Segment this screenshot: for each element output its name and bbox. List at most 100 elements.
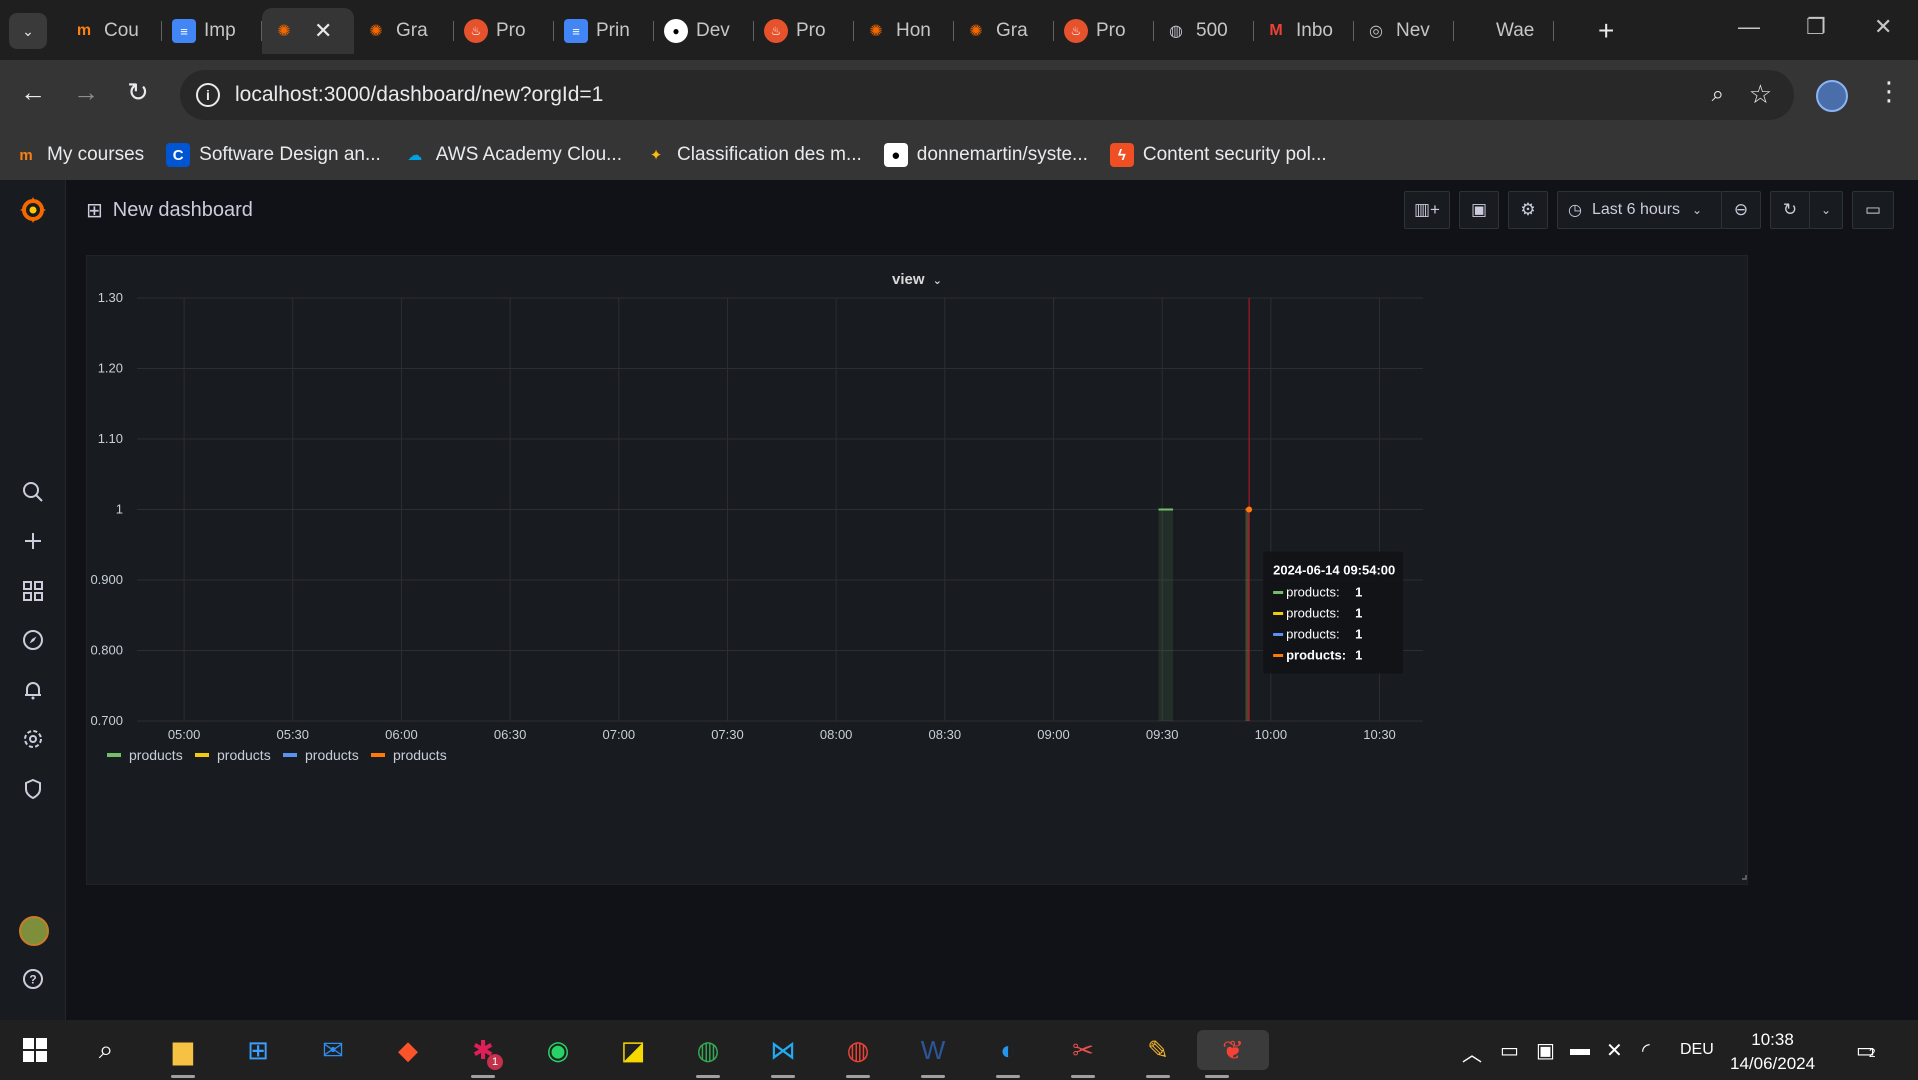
create-plus-icon[interactable] <box>21 529 45 553</box>
browser-tab[interactable]: ≡ Imp <box>162 8 262 54</box>
word-icon[interactable]: W <box>913 1030 953 1078</box>
alerting-bell-icon[interactable] <box>21 678 45 702</box>
active-app-icon[interactable]: ❦ <box>1197 1030 1269 1078</box>
browser-tab[interactable]: ♨ Pro <box>754 8 854 54</box>
tab-search-button[interactable]: ⌄ <box>9 13 47 49</box>
reload-icon[interactable]: ↻ <box>127 77 149 108</box>
bookmark-item[interactable]: ✦ Classification des m... <box>644 143 862 167</box>
gmail-icon: M <box>1269 22 1283 39</box>
meet-now-icon[interactable]: ▭ <box>1500 1038 1519 1063</box>
address-bar[interactable]: i localhost:3000/dashboard/new?orgId=1 ⌕… <box>180 70 1794 120</box>
refresh-interval-button[interactable]: ⌄ <box>1809 191 1843 229</box>
bookmark-item[interactable]: C Software Design an... <box>166 143 381 167</box>
restore-icon[interactable]: ❐ <box>1806 14 1826 40</box>
wifi-icon[interactable]: ◜ <box>1642 1038 1650 1063</box>
dashboard-title[interactable]: New dashboard <box>113 199 253 222</box>
docker-icon[interactable]: ◐ <box>988 1030 1028 1078</box>
save-dashboard-button[interactable]: ▣ <box>1459 191 1499 229</box>
chrome-icon[interactable]: ◍ <box>688 1030 728 1078</box>
legend-item[interactable]: products <box>393 747 447 763</box>
legend-item[interactable]: products <box>217 747 271 763</box>
tab-label: Wae <box>1496 20 1535 41</box>
bookmark-item[interactable]: ϟ Content security pol... <box>1109 143 1327 167</box>
browser-tab[interactable]: m Cou <box>62 8 162 54</box>
bookmark-label: Software Design an... <box>199 144 381 165</box>
snipping-tool-icon[interactable]: ✂ <box>1063 1030 1103 1078</box>
paint-icon[interactable]: ✎ <box>1138 1030 1178 1078</box>
mail-icon[interactable]: ✉ <box>313 1030 353 1070</box>
panel-menu-chevron-icon[interactable]: ⌄ <box>933 275 942 287</box>
browser-tab[interactable]: ✺ Hon <box>854 8 954 54</box>
bookmark-item[interactable]: ☁ AWS Academy Clou... <box>403 143 622 167</box>
legend-item[interactable]: products <box>305 747 359 763</box>
configuration-gear-icon[interactable] <box>21 727 45 751</box>
battery-icon[interactable]: ▬ <box>1570 1038 1590 1061</box>
panel-title-text[interactable]: view <box>892 271 925 288</box>
dashboard-settings-button[interactable]: ⚙ <box>1508 191 1548 229</box>
browser-tab[interactable]: ✺ ✕ <box>262 8 354 54</box>
bookmark-item[interactable]: ● donnemartin/syste... <box>883 143 1088 167</box>
browser-tab[interactable]: Wae <box>1454 8 1554 54</box>
search-icon[interactable]: ⌕ <box>86 1030 126 1070</box>
tray-chevron-up-icon[interactable]: ︿ <box>1462 1038 1482 1067</box>
back-icon[interactable]: ← <box>20 77 46 108</box>
browser-tab[interactable]: ♨ Pro <box>1054 8 1154 54</box>
help-icon[interactable]: ? <box>21 967 45 991</box>
refresh-button[interactable]: ↻ <box>1770 191 1810 229</box>
dashboards-icon[interactable] <box>21 579 45 603</box>
minimize-icon[interactable]: — <box>1738 14 1760 40</box>
volume-muted-icon[interactable]: ✕ <box>1606 1038 1623 1063</box>
zoom-icon[interactable]: ⌕ <box>1712 81 1724 107</box>
url-text[interactable]: localhost:3000/dashboard/new?orgId=1 <box>235 83 603 107</box>
close-tab-icon[interactable]: ✕ <box>314 18 332 44</box>
explore-compass-icon[interactable] <box>21 628 45 652</box>
slack-icon[interactable]: ✱ 1 <box>463 1030 503 1078</box>
browser-tab[interactable]: ✺ Gra <box>954 8 1054 54</box>
panel-title[interactable]: view ⌄ <box>87 271 1747 288</box>
chrome-profile-icon[interactable]: ◍ <box>838 1030 878 1078</box>
profile-avatar[interactable] <box>1816 80 1848 112</box>
x-tick-label: 09:30 <box>1146 727 1179 742</box>
tv-mode-button[interactable]: ▭ <box>1852 191 1894 229</box>
add-panel-button[interactable]: ▥+ <box>1404 191 1450 229</box>
forward-icon[interactable]: → <box>73 77 99 108</box>
site-info-icon[interactable]: i <box>196 83 220 107</box>
windows-start-icon[interactable] <box>15 1030 55 1070</box>
browser-tab[interactable]: M Inbo <box>1254 8 1354 54</box>
new-tab-button[interactable]: + <box>1598 15 1614 47</box>
browser-tab[interactable]: ● Dev <box>654 8 754 54</box>
bookmark-label: AWS Academy Clou... <box>435 144 622 165</box>
close-window-icon[interactable]: ✕ <box>1874 14 1892 40</box>
brave-browser-icon[interactable]: ◆ <box>388 1030 428 1070</box>
graph-panel[interactable]: 1.30 1.20 1.10 1 0.900 0.800 0.700 05:00 05:30 06… <box>86 255 1748 885</box>
bookmark-star-icon[interactable]: ☆ <box>1749 79 1772 110</box>
whatsapp-icon[interactable]: ◉ <box>538 1030 578 1070</box>
browser-tab[interactable]: ✺ Gra <box>354 8 454 54</box>
legend-item[interactable]: products <box>129 747 183 763</box>
tooltip-series-name: products: <box>1286 627 1339 642</box>
file-explorer-icon[interactable]: ▆ <box>163 1030 203 1078</box>
bookmark-label: Content security pol... <box>1142 144 1327 165</box>
user-avatar[interactable] <box>19 916 49 946</box>
server-admin-shield-icon[interactable] <box>21 777 45 801</box>
search-icon[interactable] <box>21 480 45 504</box>
browser-tab[interactable]: ♨ Pro <box>454 8 554 54</box>
notification-center-icon[interactable]: ▭2 <box>1856 1038 1876 1063</box>
time-series-chart[interactable]: 1.30 1.20 1.10 1 0.900 0.800 0.700 05:00 05:30 06… <box>87 256 1749 886</box>
browser-tab[interactable]: ≡ Prin <box>554 8 654 54</box>
microsoft-store-icon[interactable]: ⊞ <box>238 1030 278 1070</box>
browser-tab[interactable]: ◎ Nev <box>1354 8 1454 54</box>
bookmark-item[interactable]: m My courses <box>14 143 144 167</box>
input-language[interactable]: DEU <box>1680 1041 1714 1059</box>
system-clock[interactable]: 10:38 14/06/2024 <box>1730 1028 1815 1076</box>
browser-menu-icon[interactable]: ⋮ <box>1876 76 1902 107</box>
display-icon[interactable]: ▣ <box>1536 1038 1555 1063</box>
y-tick-label: 1.20 <box>98 361 123 376</box>
dashboard-title-bar: ⊞ New dashboard <box>86 198 253 223</box>
sticky-notes-icon[interactable]: ◪ <box>613 1030 653 1070</box>
zoom-out-button[interactable]: ⊖ <box>1721 191 1761 229</box>
grafana-logo-icon[interactable] <box>18 195 48 225</box>
time-picker-button[interactable]: ◷ Last 6 hours ⌄ <box>1557 191 1722 229</box>
browser-tab[interactable]: ◍ 500 <box>1154 8 1254 54</box>
vscode-icon[interactable]: ⋈ <box>763 1030 803 1078</box>
